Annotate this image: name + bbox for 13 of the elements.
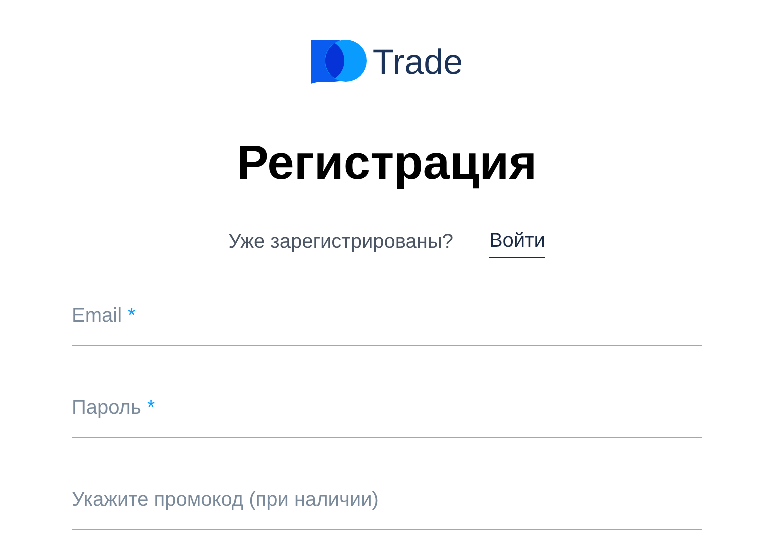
field-label: Email <box>72 304 122 329</box>
login-link[interactable]: Войти <box>489 226 546 258</box>
login-prompt: Уже зарегистрированы? <box>228 230 454 255</box>
required-mark: * <box>128 304 136 329</box>
logo-icon <box>310 40 367 84</box>
input-field[interactable]: Укажите промокод (при наличии) <box>72 480 702 530</box>
input-field[interactable]: Пароль * <box>72 388 702 438</box>
field-label: Пароль <box>72 396 142 421</box>
page-title: Регистрация <box>236 140 538 188</box>
input-field[interactable]: Email * <box>72 296 702 346</box>
field-label: Укажите промокод (при наличии) <box>72 488 379 513</box>
required-mark: * <box>147 396 156 421</box>
logo-text: Trade <box>372 44 464 80</box>
